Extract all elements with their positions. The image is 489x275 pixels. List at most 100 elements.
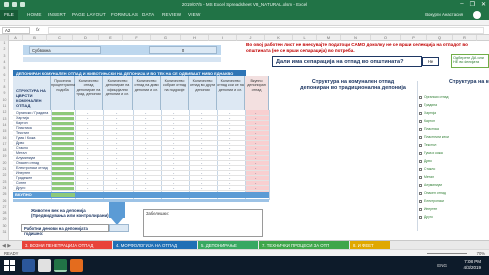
table-cell[interactable]: - — [255, 126, 256, 130]
table-cell[interactable]: - — [201, 136, 202, 140]
table-cell[interactable]: - — [255, 136, 256, 140]
table-cell[interactable]: - — [116, 146, 117, 150]
table-cell[interactable]: - — [255, 141, 256, 145]
table-cell[interactable]: - — [201, 146, 202, 150]
table-cell[interactable]: - — [173, 136, 174, 140]
table-cell[interactable]: - — [229, 146, 230, 150]
row-header[interactable]: 19 — [0, 154, 9, 158]
table-cell[interactable]: - — [173, 171, 174, 175]
explorer-app-icon[interactable] — [38, 259, 51, 272]
table-cell[interactable]: - — [201, 186, 202, 190]
row-header[interactable]: 24 — [0, 186, 9, 190]
table-cell[interactable]: - — [145, 171, 146, 175]
tray-language[interactable]: ENG — [437, 263, 447, 268]
table-cell[interactable]: - — [255, 171, 256, 175]
table-cell[interactable]: - — [116, 136, 117, 140]
table-cell[interactable]: - — [201, 111, 202, 115]
table-cell[interactable]: - — [87, 181, 88, 185]
table-cell[interactable]: - — [116, 171, 117, 175]
table-cell[interactable]: - — [145, 121, 146, 125]
table-cell[interactable]: - — [87, 141, 88, 145]
table-cell[interactable]: - — [116, 141, 117, 145]
table-cell[interactable]: - — [201, 166, 202, 170]
table-cell[interactable]: - — [229, 126, 230, 130]
small-value-cell[interactable]: 0 — [149, 46, 217, 54]
table-cell[interactable]: - — [87, 121, 88, 125]
percent-input-cell[interactable] — [52, 162, 74, 165]
percent-input-cell[interactable] — [52, 132, 74, 135]
table-cell[interactable]: - — [255, 166, 256, 170]
table-cell[interactable]: - — [87, 166, 88, 170]
user-name[interactable]: Вокурги Анастасия — [425, 12, 463, 17]
close-icon[interactable]: ✕ — [481, 1, 486, 8]
table-cell[interactable]: - — [173, 156, 174, 160]
percent-input-cell[interactable] — [52, 152, 74, 155]
app-icon[interactable] — [70, 259, 83, 272]
percent-input-cell[interactable] — [52, 112, 74, 115]
table-cell[interactable]: - — [229, 181, 230, 185]
table-cell[interactable]: - — [255, 156, 256, 160]
fx-icon[interactable]: fx — [36, 27, 40, 32]
table-cell[interactable]: - — [229, 186, 230, 190]
row-header[interactable]: 27 — [0, 205, 9, 209]
table-cell[interactable]: - — [87, 146, 88, 150]
separation-answer-cell[interactable]: Не — [422, 57, 439, 66]
table-cell[interactable]: - — [145, 151, 146, 155]
table-cell[interactable]: - — [255, 161, 256, 165]
table-cell[interactable]: - — [173, 151, 174, 155]
table-cell[interactable]: - — [87, 111, 88, 115]
table-cell[interactable]: - — [116, 131, 117, 135]
table-cell[interactable]: - — [255, 186, 256, 190]
table-cell[interactable]: - — [201, 171, 202, 175]
table-cell[interactable]: - — [87, 176, 88, 180]
table-cell[interactable]: - — [229, 111, 230, 115]
worksheet-grid[interactable]: Субвокна 0 Во овој работен лист не внесу… — [9, 41, 489, 240]
row-header[interactable]: 11 — [0, 104, 9, 108]
table-cell[interactable]: - — [201, 116, 202, 120]
percent-input-cell[interactable] — [52, 157, 74, 160]
table-cell[interactable]: - — [173, 181, 174, 185]
taskbar-clock[interactable]: 7:08 PM 4/3/2019 — [463, 259, 481, 271]
percent-input-cell[interactable] — [52, 137, 74, 140]
table-cell[interactable]: - — [229, 136, 230, 140]
table-cell[interactable]: - — [87, 131, 88, 135]
name-box[interactable]: A2 — [2, 27, 30, 34]
table-cell[interactable]: - — [145, 186, 146, 190]
table-cell[interactable]: - — [116, 166, 117, 170]
table-cell[interactable]: - — [255, 151, 256, 155]
table-cell[interactable]: - — [116, 111, 117, 115]
row-header[interactable]: 3 — [0, 54, 9, 58]
percent-input-cell[interactable] — [52, 142, 74, 145]
percent-input-cell[interactable] — [52, 167, 74, 170]
table-cell[interactable]: - — [145, 126, 146, 130]
table-cell[interactable]: - — [229, 176, 230, 180]
table-cell[interactable]: - — [255, 181, 256, 185]
percent-input-cell[interactable] — [52, 122, 74, 125]
tab-insert[interactable]: INSERT — [48, 12, 66, 17]
row-header[interactable]: 12 — [0, 110, 9, 114]
table-cell[interactable]: - — [145, 146, 146, 150]
table-cell[interactable]: - — [116, 161, 117, 165]
table-cell[interactable]: - — [116, 156, 117, 160]
word-app-icon[interactable] — [22, 259, 35, 272]
table-cell[interactable]: - — [173, 161, 174, 165]
percent-input-cell[interactable] — [52, 177, 74, 180]
table-cell[interactable]: - — [229, 141, 230, 145]
table-cell[interactable]: - — [173, 166, 174, 170]
table-cell[interactable]: - — [145, 131, 146, 135]
table-cell[interactable]: - — [87, 151, 88, 155]
table-cell[interactable]: - — [201, 151, 202, 155]
table-cell[interactable]: - — [255, 116, 256, 120]
row-header[interactable]: 6 — [0, 73, 9, 77]
windows-start-icon[interactable] — [4, 260, 15, 271]
row-header[interactable]: 28 — [0, 211, 9, 215]
table-cell[interactable]: - — [116, 151, 117, 155]
table-cell[interactable]: - — [201, 121, 202, 125]
table-cell[interactable]: - — [229, 116, 230, 120]
percent-input-cell[interactable] — [52, 172, 74, 175]
table-cell[interactable]: - — [173, 121, 174, 125]
tab-view[interactable]: VIEW — [188, 12, 201, 17]
table-cell[interactable]: - — [229, 151, 230, 155]
comment-box[interactable]: Забелешки: — [143, 209, 263, 237]
row-header[interactable]: 25 — [0, 192, 9, 196]
